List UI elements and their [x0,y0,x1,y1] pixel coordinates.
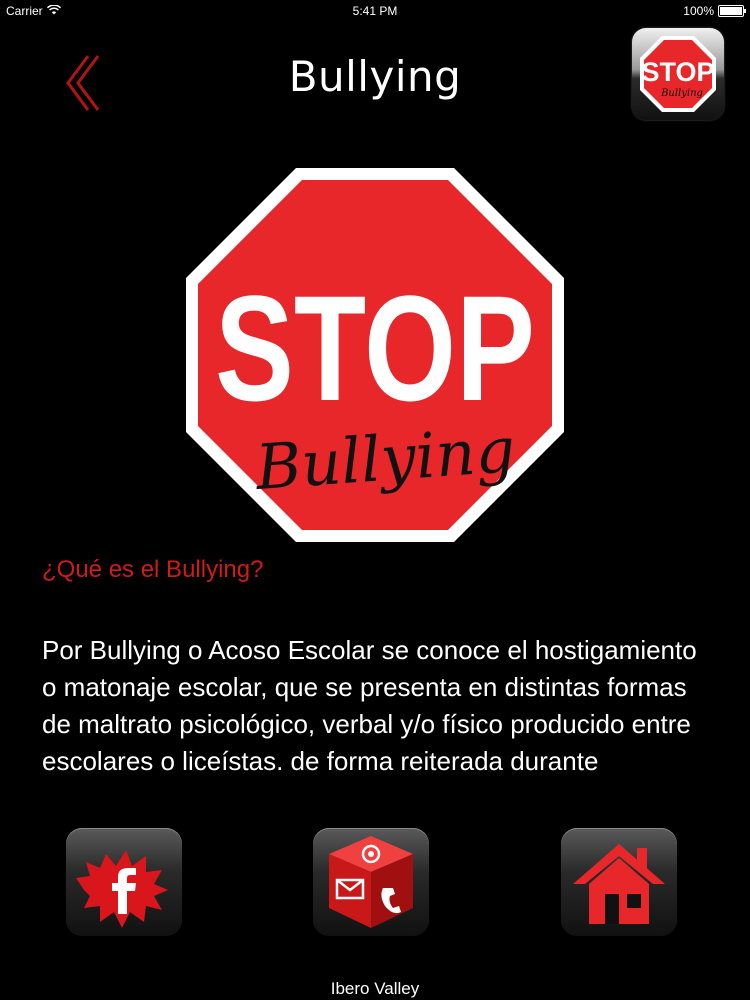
facebook-icon [76,850,168,928]
footer-text: Ibero Valley [330,979,420,998]
status-time: 5:41 PM [352,4,398,18]
contact-button[interactable] [313,828,429,936]
section-heading: ¿Qué es el Bullying? [42,556,264,583]
home-icon [573,844,665,924]
mini-sign-text: STOP [641,57,714,87]
mini-sign-script: Bullying [660,88,703,99]
sign-stop-text: STOP [215,264,535,432]
stop-bullying-sign-icon: STOP Bullying [640,36,716,112]
status-right: 100% [683,4,746,18]
home-button[interactable] [561,828,677,936]
facebook-button[interactable] [66,828,182,936]
battery-icon [718,5,746,17]
stop-sign-image: STOP Bullying [186,168,564,542]
contact-cube-icon [329,836,413,928]
status-bar: Carrier 5:41 PM 100% [0,0,750,22]
stop-bullying-button[interactable]: STOP Bullying [632,28,724,120]
battery-percent: 100% [683,4,714,18]
body-text: Por Bullying o Acoso Escolar se conoce e… [42,635,697,776]
